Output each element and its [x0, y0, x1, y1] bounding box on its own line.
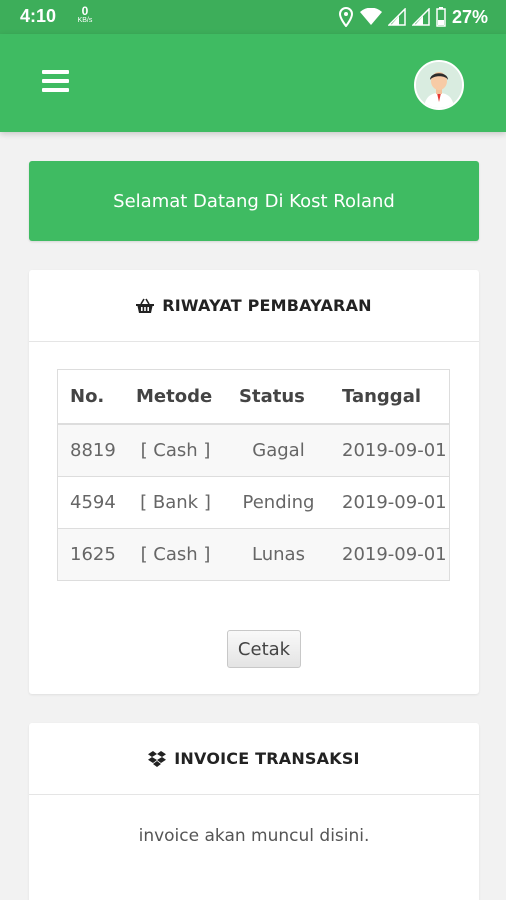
cell-status: Gagal: [227, 424, 330, 477]
network-speed: 0 KB/s: [74, 5, 96, 25]
payment-history-card: RIWAYAT PEMBAYARAN No. Metode Status Tan…: [29, 270, 479, 694]
invoice-placeholder: invoice akan muncul disini.: [138, 826, 370, 846]
cell-no: 1625: [70, 543, 116, 565]
table-header-row: No. Metode Status Tanggal: [58, 370, 449, 425]
signal-icon: [387, 8, 406, 26]
dropbox-icon: [148, 750, 167, 767]
cell-metode: [ Cash ]: [140, 543, 211, 565]
cell-no: 8819: [58, 424, 124, 477]
network-speed-value: 0: [81, 4, 89, 18]
user-avatar-icon[interactable]: [414, 60, 464, 110]
column-header-no: No.: [58, 370, 124, 425]
payment-table: No. Metode Status Tanggal 8819 [ Cash ] …: [58, 370, 449, 580]
location-icon: [338, 7, 353, 27]
app-bar: [0, 34, 506, 132]
clock: 4:10: [20, 6, 57, 26]
battery-percentage: 27%: [451, 6, 488, 27]
cell-tanggal: 2019-09-01 2: [330, 424, 449, 477]
cell-no: 4594: [58, 476, 124, 529]
invoice-header: INVOICE TRANSAKSI: [29, 723, 479, 795]
invoice-card: INVOICE TRANSAKSI invoice akan muncul di…: [29, 723, 479, 900]
column-header-metode: Metode: [124, 370, 227, 425]
cell-tanggal: 2019-09-01 2: [330, 476, 449, 529]
network-speed-unit: KB/s: [77, 17, 93, 24]
status-icons: 27%: [338, 6, 488, 28]
battery-icon: [436, 7, 446, 27]
column-header-status: Status: [227, 370, 330, 425]
signal-icon-2: [411, 8, 430, 26]
payment-history-header: RIWAYAT PEMBAYARAN: [29, 270, 479, 342]
cell-tanggal: 2019-09-01 2: [342, 543, 449, 565]
invoice-title: INVOICE TRANSAKSI: [174, 749, 360, 768]
cell-metode: [ Bank ]: [124, 476, 227, 529]
payment-table-container[interactable]: No. Metode Status Tanggal 8819 [ Cash ] …: [57, 369, 450, 581]
wifi-icon: [359, 8, 382, 25]
cell-status: Lunas: [252, 543, 305, 565]
cell-status: Pending: [227, 476, 330, 529]
table-row: 8819 [ Cash ] Gagal 2019-09-01 2: [58, 424, 449, 477]
cell-metode: [ Cash ]: [124, 424, 227, 477]
column-header-tanggal: Tanggal: [330, 370, 449, 425]
hamburger-menu-icon[interactable]: [42, 70, 69, 92]
welcome-banner: Selamat Datang Di Kost Roland: [29, 161, 479, 241]
print-button[interactable]: Cetak: [227, 630, 301, 668]
table-row: 4594 [ Bank ] Pending 2019-09-01 2: [58, 476, 449, 529]
payment-history-title: RIWAYAT PEMBAYARAN: [162, 296, 372, 315]
status-bar: 4:10 0 KB/s 27%: [0, 0, 506, 34]
basket-icon: [136, 298, 155, 313]
table-row: 1625 [ Cash ] Lunas 2019-09-01 2: [58, 528, 449, 580]
